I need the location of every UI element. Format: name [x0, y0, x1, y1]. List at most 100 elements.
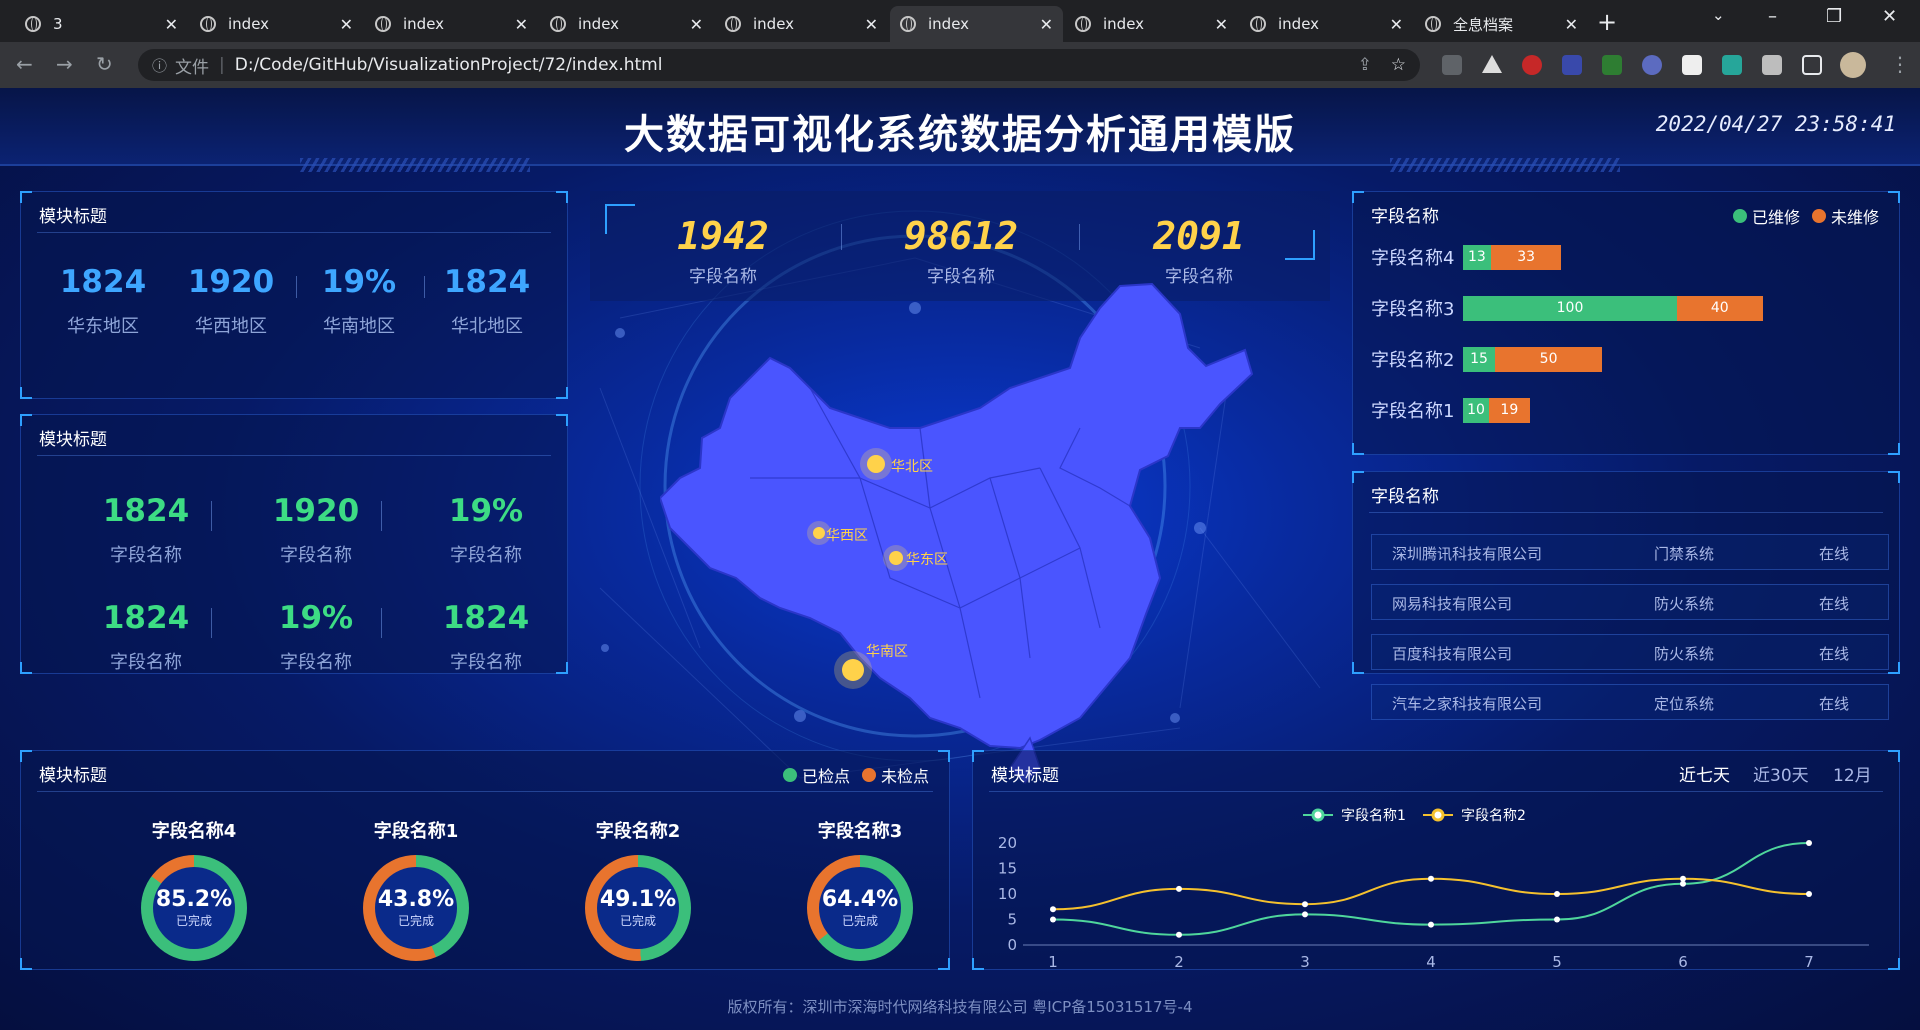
status-cell: 在线 — [1819, 645, 1850, 663]
panel-title: 字段名称 — [1371, 207, 1439, 227]
close-tab-icon[interactable]: ✕ — [165, 15, 178, 34]
extension-ia-icon[interactable] — [1562, 55, 1582, 75]
sidebar-icon[interactable] — [1802, 55, 1822, 75]
bar-segment-unrepaired: 40 — [1677, 295, 1763, 321]
field-stat: 1824 字段名称 — [442, 600, 530, 673]
maximize-button[interactable]: ❐ — [1826, 6, 1842, 27]
series-point-1 — [1554, 916, 1560, 923]
close-tab-icon[interactable]: ✕ — [1565, 15, 1578, 34]
company-cell: 百度科技有限公司 — [1392, 645, 1513, 663]
series-point-2 — [1302, 901, 1308, 908]
tab-30-days[interactable]: 近30天 — [1753, 761, 1809, 786]
profile-avatar[interactable] — [1840, 52, 1866, 78]
tab-december[interactable]: 12月 — [1833, 761, 1872, 786]
forward-icon[interactable]: → — [56, 52, 73, 76]
table-row[interactable]: 深圳腾讯科技有限公司 门禁系统 在线 — [1371, 534, 1889, 570]
browser-tab[interactable]: index ✕ — [540, 6, 713, 42]
reload-icon[interactable]: ↻ — [96, 52, 113, 76]
browser-tab[interactable]: 全息档案 ✕ — [1415, 6, 1588, 42]
donut-title: 字段名称3 — [817, 821, 903, 842]
close-tab-icon[interactable]: ✕ — [340, 15, 353, 34]
close-tab-icon[interactable]: ✕ — [1215, 15, 1228, 34]
center-stat: 1942 字段名称 — [677, 214, 769, 287]
company-cell: 网易科技有限公司 — [1392, 595, 1513, 613]
donut-title: 字段名称1 — [373, 821, 459, 842]
extension-triangle-icon[interactable] — [1482, 55, 1502, 73]
tab-label: 3 — [53, 15, 63, 33]
extension-moon-icon[interactable] — [1642, 55, 1662, 75]
close-window-button[interactable]: ✕ — [1882, 6, 1897, 27]
bar-row-label: 字段名称3 — [1371, 299, 1455, 320]
browser-tab[interactable]: index ✕ — [1065, 6, 1238, 42]
globe-icon — [550, 16, 566, 32]
y-tick-label: 15 — [998, 860, 1017, 878]
bar-segment-unrepaired: 50 — [1495, 346, 1603, 372]
close-tab-icon[interactable]: ✕ — [865, 15, 878, 34]
info-icon[interactable]: ⓘ — [152, 55, 167, 76]
browser-tab[interactable]: index ✕ — [365, 6, 538, 42]
close-tab-icon[interactable]: ✕ — [1040, 15, 1053, 34]
donut-ring: 49.1% 已完成 — [585, 855, 691, 961]
inspection-panel: 模块标题 已检点 未检点 字段名称4 85.2% 已完成 字段名称1 43.8% 已完成字… — [20, 750, 950, 970]
share-icon[interactable]: ⇪ — [1358, 55, 1372, 75]
back-icon[interactable]: ← — [16, 52, 33, 76]
extension-incognito-icon[interactable] — [1442, 55, 1462, 75]
extension-s-icon[interactable] — [1722, 55, 1742, 75]
extensions-puzzle-icon[interactable] — [1762, 55, 1782, 75]
close-tab-icon[interactable]: ✕ — [1390, 15, 1403, 34]
close-tab-icon[interactable]: ✕ — [515, 15, 528, 34]
region-stat: 1824 华东地区 — [59, 264, 147, 337]
globe-icon — [900, 16, 916, 32]
donut-sub-label: 已完成 — [175, 914, 212, 928]
bar-segment-repaired: 13 — [1463, 244, 1491, 270]
map-label-north: 华北区 — [891, 459, 933, 475]
url-text: D:/Code/GitHub/VisualizationProject/72/i… — [234, 55, 663, 75]
bar-row: 字段名称2 15 50 — [1371, 346, 1603, 372]
field-stats-panel: 模块标题 1824 字段名称 1920 字段名称 19% 字段名称 1824 字… — [20, 414, 568, 674]
browser-tab[interactable]: 3 ✕ — [15, 6, 188, 42]
browser-tab[interactable]: index ✕ — [715, 6, 888, 42]
minimize-button[interactable]: – — [1768, 6, 1777, 27]
extension-abp-icon[interactable] — [1522, 55, 1542, 75]
table-row[interactable]: 汽车之家科技有限公司 定位系统 在线 — [1371, 684, 1889, 720]
legend-label: 字段名称2 — [1461, 808, 1526, 824]
bar-row: 字段名称3 100 40 — [1371, 295, 1763, 321]
globe-icon — [725, 16, 741, 32]
browser-tab[interactable]: index ✕ — [1240, 6, 1413, 42]
donut-sub-label: 已完成 — [841, 914, 878, 928]
legend-marker — [1311, 808, 1325, 822]
bookmark-star-icon[interactable]: ☆ — [1391, 55, 1406, 75]
new-tab-button[interactable]: + — [1597, 8, 1617, 36]
panel-title: 模块标题 — [39, 430, 107, 450]
tab-search-icon[interactable]: ⌄ — [1712, 6, 1725, 24]
bar-legend: 已维修 未维修 — [1732, 204, 1879, 228]
globe-icon — [1250, 16, 1266, 32]
close-tab-icon[interactable]: ✕ — [690, 15, 703, 34]
browser-tab[interactable]: index ✕ — [890, 6, 1063, 42]
series-point-2 — [1806, 891, 1812, 897]
donut-percent: 85.2% — [155, 887, 233, 912]
globe-icon — [200, 16, 216, 32]
table-row[interactable]: 网易科技有限公司 防火系统 在线 — [1371, 584, 1889, 620]
tab-label: index — [928, 15, 970, 33]
field-stat: 1824 字段名称 — [102, 600, 190, 673]
company-cell: 汽车之家科技有限公司 — [1392, 695, 1543, 713]
extension-page-icon[interactable] — [1682, 55, 1702, 75]
status-cell: 在线 — [1819, 695, 1850, 713]
bar-row: 字段名称1 10 19 — [1371, 397, 1530, 423]
extension-i-icon[interactable] — [1602, 55, 1622, 75]
region-stats-panel: 模块标题 1824 华东地区 1920 华西地区 19% 华南地区 1824 华… — [20, 191, 568, 399]
tab-label: index — [403, 15, 445, 33]
table-row[interactable]: 百度科技有限公司 防火系统 在线 — [1371, 634, 1889, 670]
series-point-2 — [1554, 891, 1560, 897]
donut-ring: 85.2% 已完成 — [141, 855, 247, 961]
bar-segment-repaired: 15 — [1463, 346, 1496, 372]
browser-tab[interactable]: index ✕ — [190, 6, 363, 42]
field-stat: 19% 字段名称 — [278, 600, 354, 673]
tab-7-days[interactable]: 近七天 — [1679, 761, 1730, 786]
url-field[interactable]: ⓘ 文件 | D:/Code/GitHub/VisualizationProje… — [138, 49, 1420, 81]
donut-chart: 字段名称2 49.1% 已完成 — [548, 817, 728, 961]
map-land-shape — [660, 282, 1254, 750]
y-tick-label: 10 — [998, 885, 1017, 903]
menu-kebab-icon[interactable]: ⋮ — [1890, 52, 1910, 76]
